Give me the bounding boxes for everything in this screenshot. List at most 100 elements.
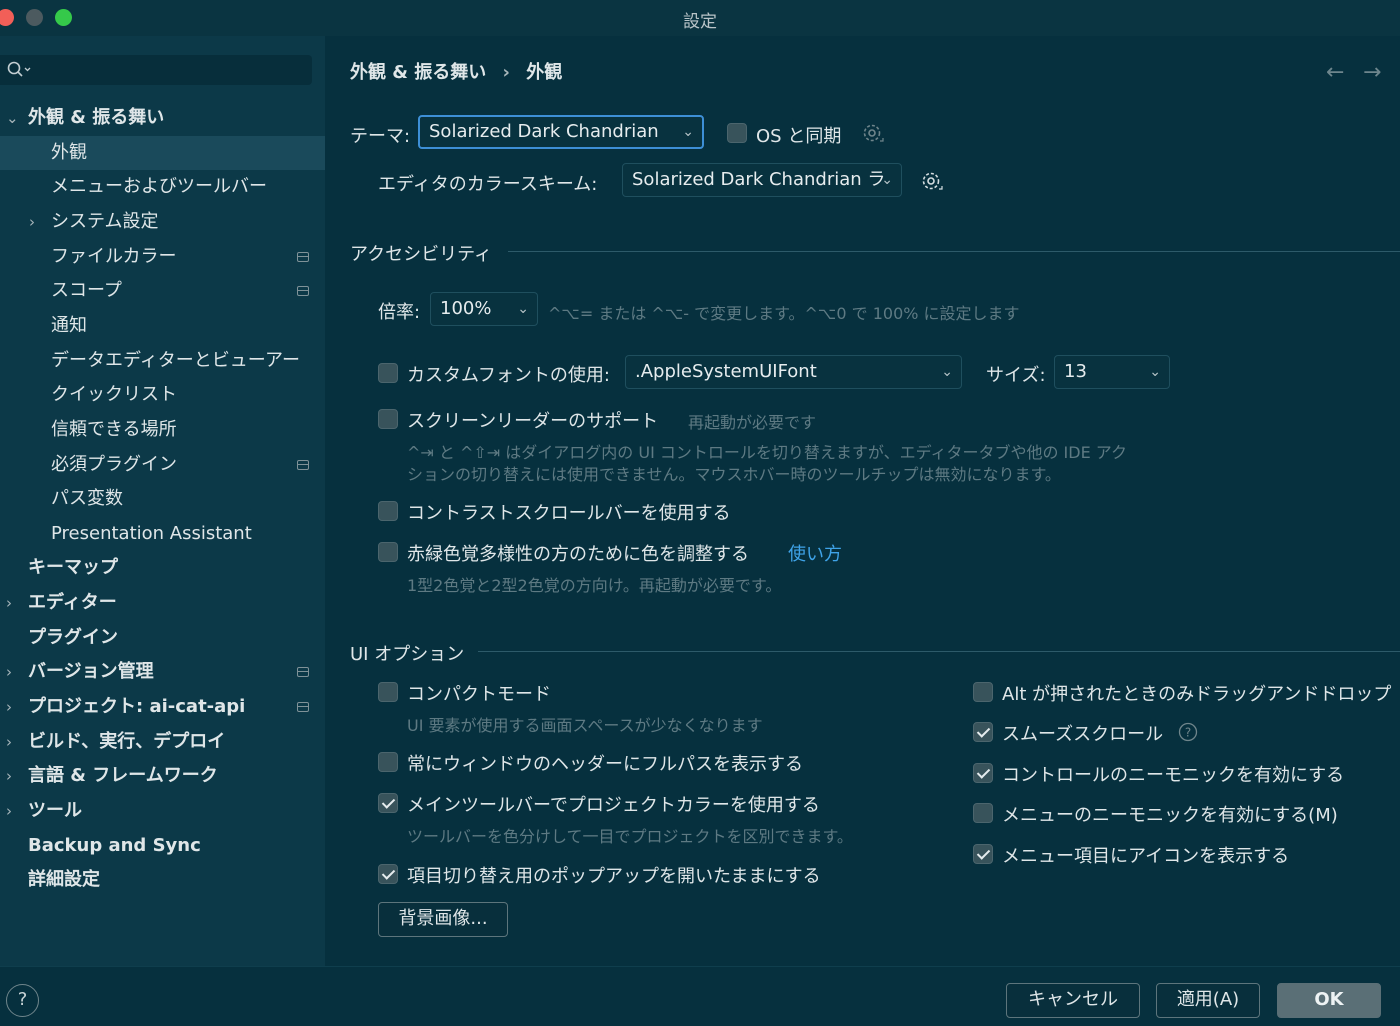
svg-text:?: ? [1185,726,1191,740]
contrast-scrollbar-checkbox[interactable] [378,501,398,521]
project-level-icon [297,667,309,677]
sidebar-item-tools[interactable]: › ツール [0,794,325,828]
sync-os-label: OS と同期 [756,126,842,147]
keep-popup-open-checkbox[interactable] [378,864,398,884]
sidebar-item-scopes[interactable]: スコープ [0,274,325,308]
sidebar-item-appearance-behavior[interactable]: ⌄ 外観 & 振る舞い [0,101,325,135]
alt-drag-drop-checkbox[interactable] [973,682,993,702]
smooth-scroll-label: スムーズスクロール [1002,724,1164,745]
apply-button[interactable]: 適用(A) [1156,983,1260,1018]
chevron-right-icon[interactable]: › [6,725,12,759]
project-color-label: メインツールバーでプロジェクトカラーを使用する [407,795,820,816]
sidebar-item-required-plugins[interactable]: 必須プラグイン [0,448,325,482]
color-scheme-select[interactable]: Solarized Dark Chandrian ラ ⌄ [622,163,902,197]
color-deficiency-checkbox[interactable] [378,542,398,562]
compact-mode-checkbox[interactable] [378,682,398,702]
dialog-footer: ? キャンセル 適用(A) OK [0,966,1400,1026]
theme-select[interactable]: Solarized Dark Chandrian ⌄ [418,115,704,149]
sync-os-checkbox[interactable] [727,123,747,143]
sidebar-item-path-variables[interactable]: パス変数 [0,482,325,516]
font-size-select[interactable]: 13 ⌄ [1054,355,1170,389]
sidebar-item-editor[interactable]: › エディター [0,586,325,620]
custom-font-label: カスタムフォントの使用: [407,365,610,386]
sidebar-item-label: ビルド、実行、デプロイ [28,731,226,752]
search-input[interactable] [0,55,312,85]
project-level-icon [297,252,309,262]
color-deficiency-hint: 1型2色覚と2型2色覚の方向け。再起動が必要です。 [407,576,782,595]
breadcrumb-parent[interactable]: 外観 & 振る舞い [350,62,486,83]
sidebar-item-label: メニューおよびツールバー [51,176,267,197]
project-color-checkbox[interactable] [378,793,398,813]
sidebar-item-data-editor[interactable]: データエディターとビューアー [0,344,325,378]
how-it-works-link[interactable]: 使い方 [788,540,842,566]
sidebar-item-label: Presentation Assistant [51,523,252,544]
sidebar-item-keymap[interactable]: キーマップ [0,551,325,585]
forward-arrow-icon[interactable]: → [1363,60,1381,85]
screen-reader-checkbox[interactable] [378,409,398,429]
sidebar-item-quick-lists[interactable]: クイックリスト [0,378,325,412]
sidebar-item-languages-frameworks[interactable]: › 言語 & フレームワーク [0,759,325,793]
control-mnemonics-label: コントロールのニーモニックを有効にする [1002,765,1345,786]
sidebar-item-advanced-settings[interactable]: 詳細設定 [0,863,325,897]
font-value: .AppleSystemUIFont [635,361,817,382]
sidebar-item-version-control[interactable]: › バージョン管理 [0,655,325,689]
contrast-scrollbar-label: コントラストスクロールバーを使用する [407,503,731,524]
chevron-right-icon[interactable]: › [29,205,35,239]
chevron-down-icon: ⌄ [1149,364,1161,380]
project-level-icon [297,286,309,296]
sidebar-item-label: 言語 & フレームワーク [28,765,218,786]
chevron-right-icon[interactable]: › [6,655,12,689]
sidebar-item-notifications[interactable]: 通知 [0,309,325,343]
sidebar-item-presentation-assistant[interactable]: Presentation Assistant [0,517,325,551]
menu-icons-checkbox[interactable] [973,844,993,864]
sidebar-item-label: クイックリスト [51,384,177,405]
chevron-right-icon[interactable]: › [6,690,12,724]
smooth-scroll-checkbox[interactable] [973,722,993,742]
section-divider [508,251,1400,252]
chevron-right-icon[interactable]: › [6,586,12,620]
sidebar-item-appearance[interactable]: 外観 [0,136,325,170]
menu-mnemonics-checkbox[interactable] [973,803,993,823]
sidebar-item-menus-toolbars[interactable]: メニューおよびツールバー [0,170,325,204]
sidebar-item-trusted-locations[interactable]: 信頼できる場所 [0,413,325,447]
sidebar-item-label: 外観 [51,142,87,163]
chevron-right-icon[interactable]: › [6,794,12,828]
sidebar-item-label: 信頼できる場所 [51,419,177,440]
sidebar-item-build-run-deploy[interactable]: › ビルド、実行、デプロイ [0,725,325,759]
sidebar-item-project[interactable]: › プロジェクト: ai-cat-api [0,690,325,724]
sidebar-item-label: エディター [28,592,117,613]
gear-icon[interactable] [920,170,944,194]
keep-popup-open-label: 項目切り替え用のポップアップを開いたままにする [407,866,821,887]
control-mnemonics-checkbox[interactable] [973,763,993,783]
ok-button[interactable]: OK [1277,983,1381,1018]
window-title: 設定 [683,12,717,32]
font-size-value: 13 [1064,361,1087,382]
sidebar-item-file-colors[interactable]: ファイルカラー [0,240,325,274]
full-path-label: 常にウィンドウのヘッダーにフルパスを表示する [407,754,803,775]
screen-reader-hint-line-1: ^⇥ と ^⇧⇥ はダイアログ内の UI コントロールを切り替えますが、エディタ… [407,443,1127,462]
chevron-down-icon: ⌄ [941,364,953,380]
background-image-button[interactable]: 背景画像... [378,902,508,937]
sidebar-item-label: 詳細設定 [28,869,100,890]
help-button[interactable]: ? [6,984,39,1017]
ui-options-section-title: UI オプション [350,644,465,665]
sidebar-item-system-settings[interactable]: › システム設定 [0,205,325,239]
custom-font-checkbox[interactable] [378,363,398,383]
theme-value: Solarized Dark Chandrian [429,121,659,142]
sidebar-item-plugins[interactable]: プラグイン [0,621,325,655]
sidebar-item-label: システム設定 [51,211,159,232]
chevron-down-icon[interactable]: ⌄ [6,101,19,135]
gear-icon[interactable] [861,122,885,146]
sidebar-item-backup-sync[interactable]: Backup and Sync [0,829,325,863]
cancel-button[interactable]: キャンセル [1006,983,1140,1018]
font-select[interactable]: .AppleSystemUIFont ⌄ [625,355,962,389]
accessibility-section-title: アクセシビリティ [350,244,493,265]
compact-mode-hint: UI 要素が使用する画面スペースが少なくなります [407,716,763,735]
full-path-checkbox[interactable] [378,752,398,772]
search-icon[interactable] [6,60,32,80]
chevron-right-icon[interactable]: › [6,759,12,793]
help-icon[interactable]: ? [1178,722,1198,742]
zoom-select[interactable]: 100% ⌄ [430,292,538,326]
back-arrow-icon[interactable]: ← [1326,60,1344,85]
section-divider [478,651,1400,652]
